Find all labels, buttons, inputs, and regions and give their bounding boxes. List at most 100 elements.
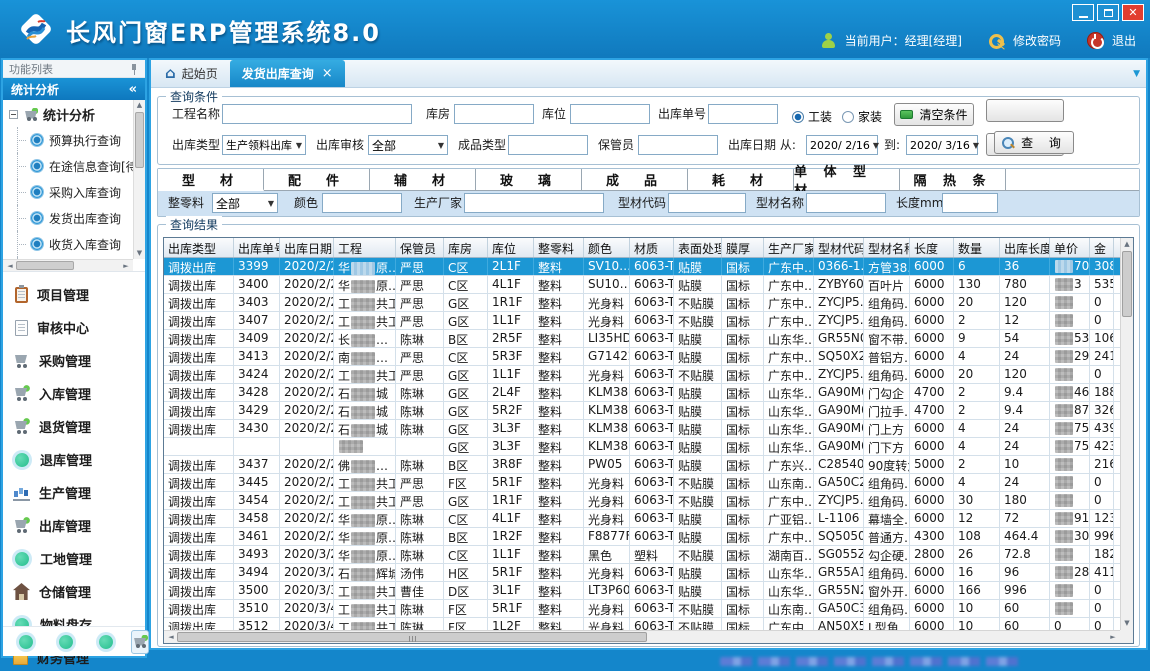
column-header[interactable]: 出库长度: [1000, 238, 1050, 257]
dot-shortcut-icon[interactable]: [99, 635, 113, 649]
maximize-button[interactable]: [1097, 4, 1119, 21]
table-row[interactable]: 调拨出库34372020/2/27佛…陈琳B区3R8F整料PW056063-T5…: [164, 456, 1120, 474]
column-header[interactable]: 出库单号: [234, 238, 280, 257]
sidebar-item[interactable]: 退货管理: [3, 410, 145, 443]
radio-home[interactable]: 家装: [842, 108, 882, 125]
tree-item[interactable]: 发货出库查询: [3, 205, 133, 231]
table-row[interactable]: 调拨出库34032020/2/25工共工程严思G区1R1F整料光身料6063-T…: [164, 294, 1120, 312]
order-no-input[interactable]: [708, 104, 778, 124]
column-header[interactable]: 出库类型: [164, 238, 234, 257]
tree-root-statistics[interactable]: 统计分析: [3, 102, 133, 127]
column-header[interactable]: 工程: [334, 238, 396, 257]
table-row[interactable]: 调拨出库34612020/2/28华原…陈琳B区1R2F整料F8877FT606…: [164, 528, 1120, 546]
tab-shipment-outbound-query[interactable]: 发货出库查询 ×: [230, 60, 345, 87]
tab-close-icon[interactable]: ×: [322, 66, 333, 81]
date-to-picker[interactable]: 2020/ 3/16▼: [906, 135, 978, 155]
column-header[interactable]: 数量: [954, 238, 1000, 257]
tree-vertical-scrollbar[interactable]: ▲ ▼: [133, 100, 145, 259]
manufacturer-input[interactable]: [464, 193, 604, 213]
column-header[interactable]: 整零料: [534, 238, 584, 257]
scroll-down-icon[interactable]: ▼: [134, 248, 145, 259]
table-row[interactable]: 调拨出库34942020/3/2石辉城汤伟H区5R1F整料光身料6063-T5贴…: [164, 564, 1120, 582]
minimize-button[interactable]: [1072, 4, 1094, 21]
scrollbar-thumb[interactable]: [1122, 251, 1132, 317]
scroll-down-icon[interactable]: ▼: [1121, 618, 1133, 629]
date-from-picker[interactable]: 2020/ 2/16▼: [806, 135, 878, 155]
scroll-right-icon[interactable]: ►: [1108, 631, 1118, 644]
material-tab[interactable]: 玻 璃: [476, 169, 582, 190]
scrollbar-thumb[interactable]: [16, 261, 74, 270]
audit-select[interactable]: 全部▼: [368, 135, 448, 155]
sidebar-item[interactable]: 项目管理: [3, 278, 145, 311]
table-row[interactable]: 调拨出库34242020/2/26工共工程严思G区1L1F整料光身料6063-T…: [164, 366, 1120, 384]
tree-item[interactable]: 预算执行查询: [3, 127, 133, 153]
sidebar-item[interactable]: 审核中心: [3, 311, 145, 344]
project-name-input[interactable]: [222, 104, 412, 124]
location-input[interactable]: [570, 104, 650, 124]
out-type-select[interactable]: 生产领料出库▼: [222, 135, 306, 155]
grid-horizontal-scrollbar[interactable]: ◄ ►: [164, 630, 1120, 643]
dot-shortcut-icon[interactable]: [19, 635, 33, 649]
scrollbar-thumb[interactable]: [135, 112, 144, 168]
column-header[interactable]: 膜厚: [722, 238, 764, 257]
logout-link[interactable]: 退出: [1112, 32, 1136, 49]
table-row[interactable]: 调拨出库34302020/2/26石城陈琳G区3L3F整料KLM38176063…: [164, 420, 1120, 438]
sidebar-item[interactable]: 采购管理: [3, 344, 145, 377]
table-row[interactable]: 调拨出库34542020/2/28工共工程严思G区1R1F整料光身料6063-T…: [164, 492, 1120, 510]
table-row[interactable]: 调拨出库34452020/2/27工共工程严思F区5R1F整料光身料6063-T…: [164, 474, 1120, 492]
whole-part-select[interactable]: 全部▼: [212, 193, 278, 213]
color-input[interactable]: [322, 193, 402, 213]
material-tab[interactable]: 耗 材: [688, 169, 794, 190]
tree-item[interactable]: 收货入库查询: [3, 231, 133, 257]
column-header[interactable]: 金: [1090, 238, 1114, 257]
length-input[interactable]: [942, 193, 998, 213]
dot-shortcut-icon[interactable]: [59, 635, 73, 649]
column-header[interactable]: 单价: [1050, 238, 1090, 257]
search-button[interactable]: 查 询: [994, 131, 1074, 154]
sidebar-item[interactable]: 入库管理: [3, 377, 145, 410]
sidebar-item[interactable]: 出库管理: [3, 509, 145, 542]
scroll-up-icon[interactable]: ▲: [134, 100, 145, 111]
scroll-left-icon[interactable]: ◄: [5, 260, 15, 272]
table-row[interactable]: 调拨出库34132020/2/26南…严思C区5R3F整料G714226063-…: [164, 348, 1120, 366]
table-row[interactable]: 调拨出库33992020/2/25华原…严思C区2L1F整料SV10…6063-…: [164, 258, 1120, 276]
sidebar-item[interactable]: 退库管理: [3, 443, 145, 476]
table-row[interactable]: 调拨出库34932020/3/2华原…陈琳C区1L1F整料黑色塑料不贴膜国标湖南…: [164, 546, 1120, 564]
close-button[interactable]: ✕: [1122, 4, 1144, 21]
profile-code-input[interactable]: [668, 193, 746, 213]
tree-item[interactable]: 在途信息查询[待: [3, 153, 133, 179]
change-password-link[interactable]: 修改密码: [1013, 32, 1061, 49]
column-header[interactable]: 保管员: [396, 238, 444, 257]
scrollbar-thumb[interactable]: [177, 632, 647, 642]
product-type-input[interactable]: [508, 135, 588, 155]
column-header[interactable]: 出库日期: [280, 238, 334, 257]
radio-industrial[interactable]: 工装: [792, 108, 832, 125]
material-tab[interactable]: 配 件: [264, 169, 370, 190]
expander-icon[interactable]: [9, 110, 18, 119]
column-header[interactable]: 生产厂家: [764, 238, 814, 257]
profile-name-input[interactable]: [806, 193, 886, 213]
sidebar-item[interactable]: 生产管理: [3, 476, 145, 509]
table-row[interactable]: G区3L3F整料KLM38176063-T5贴膜国标山东华…GA90M09…门下…: [164, 438, 1120, 456]
tree-item[interactable]: 采购入库查询: [3, 179, 133, 205]
warehouse-input[interactable]: [454, 104, 534, 124]
column-header[interactable]: 库房: [444, 238, 488, 257]
table-row[interactable]: 调拨出库35122020/3/4工共工程陈琳F区1L2F整料光身料6063-T5…: [164, 618, 1120, 630]
table-row[interactable]: 调拨出库34282020/2/26石城陈琳G区2L4F整料KLM38176063…: [164, 384, 1120, 402]
scroll-up-icon[interactable]: ▲: [1121, 239, 1133, 250]
collapse-button[interactable]: «: [129, 82, 137, 97]
material-tab[interactable]: 辅 材: [370, 169, 476, 190]
column-header[interactable]: 型材名称: [864, 238, 910, 257]
sidebar-item[interactable]: 工地管理: [3, 542, 145, 575]
column-header[interactable]: 颜色: [584, 238, 630, 257]
tree-horizontal-scrollbar[interactable]: ◄ ►: [3, 259, 133, 271]
sidebar-item[interactable]: 仓储管理: [3, 575, 145, 608]
table-row[interactable]: 调拨出库35102020/3/4工共工程陈琳F区5R1F整料光身料6063-T5…: [164, 600, 1120, 618]
column-header[interactable]: 长度: [910, 238, 954, 257]
table-row[interactable]: 调拨出库35002020/3/3工共工程曹佳D区3L1F整料LT3P606063…: [164, 582, 1120, 600]
table-row[interactable]: 调拨出库34292020/2/26石城陈琳G区5R2F整料KLM38176063…: [164, 402, 1120, 420]
scroll-right-icon[interactable]: ►: [121, 260, 131, 272]
cart-shortcut-button[interactable]: [131, 630, 149, 654]
table-row[interactable]: 调拨出库34092020/2/25长…陈琳B区2R5F整料LI35HD6063-…: [164, 330, 1120, 348]
table-row[interactable]: 调拨出库34002020/2/25华原…严思C区4L1F整料SU10…6063-…: [164, 276, 1120, 294]
